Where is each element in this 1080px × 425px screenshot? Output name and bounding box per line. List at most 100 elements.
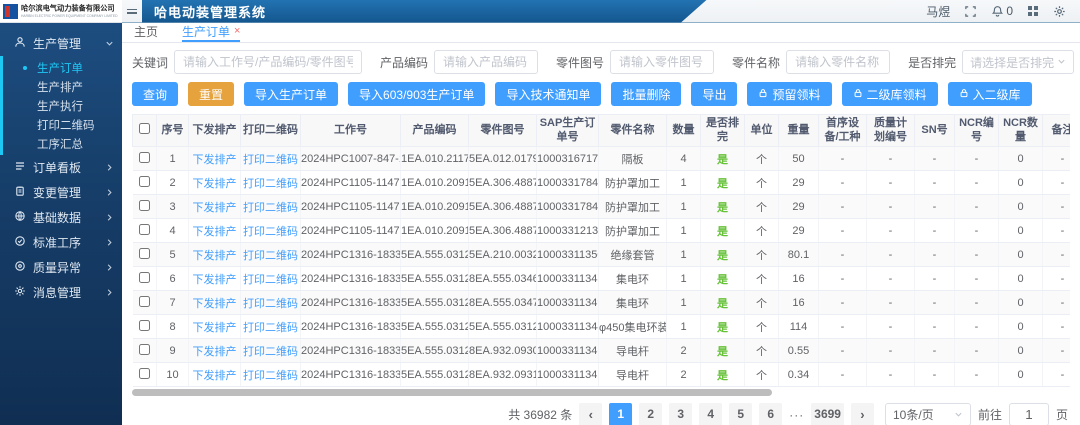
page-button[interactable]: 4	[699, 403, 722, 425]
cell-ncr-qty: 0	[999, 339, 1043, 363]
cell-sn: -	[915, 363, 955, 387]
goto-label: 前往	[978, 406, 1002, 423]
next-page-button[interactable]: ›	[851, 403, 874, 425]
print-qrcode-link[interactable]: 打印二维码	[243, 154, 298, 166]
row-checkbox[interactable]	[139, 224, 150, 235]
sidebar-subitem-process-summary[interactable]: 工序汇总	[3, 134, 122, 153]
last-page-button[interactable]: 3699	[811, 403, 844, 425]
row-checkbox[interactable]	[139, 176, 150, 187]
bell-icon[interactable]	[991, 5, 1004, 18]
part-name-input[interactable]	[786, 50, 890, 74]
part-drawing-input[interactable]	[610, 50, 714, 74]
column-header: 首序设备/工种	[819, 115, 867, 147]
cell-qty: 2	[667, 363, 701, 387]
import-tech-notice-button[interactable]: 导入技术通知单	[495, 82, 601, 106]
sidebar-collapse-icon[interactable]	[122, 9, 142, 14]
dispatch-link[interactable]: 下发排产	[193, 178, 237, 190]
cell-sn: -	[915, 267, 955, 291]
dispatch-link[interactable]: 下发排产	[193, 202, 237, 214]
sidebar-subitem-production-execution[interactable]: 生产执行	[3, 96, 122, 115]
fullscreen-icon[interactable]	[964, 5, 977, 18]
clipboard-icon	[14, 185, 26, 200]
print-qrcode-link[interactable]: 打印二维码	[243, 178, 298, 190]
pagination: 共 36982 条 ‹ 1 2 3 4 5 6 ··· 3699 › 10条/页…	[132, 396, 1070, 425]
row-checkbox[interactable]	[139, 272, 150, 283]
import-order-button[interactable]: 导入生产订单	[244, 82, 338, 106]
sidebar-item-change-management[interactable]: 变更管理	[0, 180, 122, 205]
l2-in-button[interactable]: 入二级库	[948, 82, 1032, 106]
sidebar-item-message-management[interactable]: 消息管理	[0, 280, 122, 305]
reserve-picking-button[interactable]: 预留领料	[747, 82, 831, 106]
reset-button[interactable]: 重置	[188, 82, 234, 106]
cell-index: 7	[157, 291, 189, 315]
settings-gear-icon[interactable]	[1053, 5, 1066, 18]
page-button[interactable]: 1	[609, 403, 632, 425]
dispatch-link[interactable]: 下发排产	[193, 274, 237, 286]
lock-icon	[959, 87, 969, 101]
page-size-select[interactable]: 10条/页	[885, 403, 971, 425]
dispatch-link[interactable]: 下发排产	[193, 346, 237, 358]
scrollbar-thumb[interactable]	[132, 389, 772, 396]
cell-qty: 1	[667, 219, 701, 243]
tab-production-order[interactable]: 生产订单 ×	[182, 23, 240, 42]
search-button[interactable]: 查询	[132, 82, 178, 106]
sidebar-item-quality-exception[interactable]: 质量异常	[0, 255, 122, 280]
sidebar-item-standard-process[interactable]: 标准工序	[0, 230, 122, 255]
tab-home[interactable]: 主页	[134, 23, 158, 42]
print-qrcode-link[interactable]: 打印二维码	[243, 274, 298, 286]
print-qrcode-link[interactable]: 打印二维码	[243, 250, 298, 262]
row-checkbox[interactable]	[139, 368, 150, 379]
print-qrcode-link[interactable]: 打印二维码	[243, 226, 298, 238]
dispatch-link[interactable]: 下发排产	[193, 226, 237, 238]
sidebar-item-order-board[interactable]: 订单看板	[0, 155, 122, 180]
gear-icon	[14, 285, 26, 300]
dispatch-link[interactable]: 下发排产	[193, 322, 237, 334]
cell-unit: 个	[745, 243, 779, 267]
row-checkbox[interactable]	[139, 200, 150, 211]
row-checkbox[interactable]	[139, 344, 150, 355]
dispatch-link[interactable]: 下发排产	[193, 298, 237, 310]
print-qrcode-link[interactable]: 打印二维码	[243, 298, 298, 310]
row-checkbox[interactable]	[139, 320, 150, 331]
select-all-checkbox[interactable]	[139, 123, 150, 134]
keyword-input[interactable]	[174, 50, 362, 74]
import-603-button[interactable]: 导入603/903生产订单	[348, 82, 485, 106]
username[interactable]: 马煜	[926, 3, 950, 20]
goto-page-input[interactable]	[1009, 403, 1049, 425]
prev-page-button[interactable]: ‹	[579, 403, 602, 425]
page-button[interactable]: 6	[759, 403, 782, 425]
row-checkbox[interactable]	[139, 152, 150, 163]
dispatch-link[interactable]: 下发排产	[193, 370, 237, 382]
page-button[interactable]: 3	[669, 403, 692, 425]
print-qrcode-link[interactable]: 打印二维码	[243, 202, 298, 214]
sidebar-item-production-management[interactable]: 生产管理	[0, 31, 122, 56]
print-qrcode-link[interactable]: 打印二维码	[243, 346, 298, 358]
batch-delete-button[interactable]: 批量删除	[611, 82, 681, 106]
sidebar-subitem-production-order[interactable]: 生产订单	[3, 58, 122, 77]
row-checkbox[interactable]	[139, 248, 150, 259]
grid-icon[interactable]	[1027, 5, 1039, 17]
page-button[interactable]: 2	[639, 403, 662, 425]
row-checkbox[interactable]	[139, 296, 150, 307]
cell-product-code: 5EA.555.0312	[401, 315, 469, 339]
scheduled-select[interactable]: 请选择是否排完	[962, 50, 1074, 74]
dispatch-link[interactable]: 下发排产	[193, 250, 237, 262]
cell-remark: -	[1043, 219, 1071, 243]
product-code-input[interactable]	[434, 50, 538, 74]
cell-ncr-no: -	[955, 243, 999, 267]
company-logo-area: 哈尔滨电气动力装备有限公司 HARBIN ELECTRIC POWER EQUI…	[0, 0, 122, 23]
sidebar-subitem-print-qrcode[interactable]: 打印二维码	[3, 115, 122, 134]
page-button[interactable]: 5	[729, 403, 752, 425]
more-pages-icon[interactable]: ···	[789, 408, 804, 422]
l2-picking-button[interactable]: 二级库领料	[842, 82, 938, 106]
sidebar-subitem-production-scheduling[interactable]: 生产排产	[3, 77, 122, 96]
tab-close-icon[interactable]: ×	[234, 26, 240, 37]
cell-ncr-qty: 0	[999, 147, 1043, 171]
print-qrcode-link[interactable]: 打印二维码	[243, 370, 298, 382]
dispatch-link[interactable]: 下发排产	[193, 154, 237, 166]
sidebar-item-base-data[interactable]: 基础数据	[0, 205, 122, 230]
cell-ncr-qty: 0	[999, 291, 1043, 315]
export-button[interactable]: 导出	[691, 82, 737, 106]
print-qrcode-link[interactable]: 打印二维码	[243, 322, 298, 334]
cell-scheduled: 是	[701, 267, 745, 291]
